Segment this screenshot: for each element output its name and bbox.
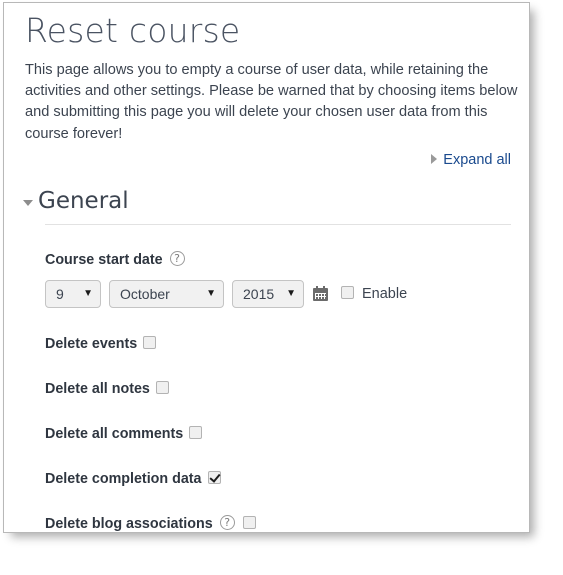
triangle-down-icon[interactable] xyxy=(23,199,33,206)
help-circle-icon[interactable]: ? xyxy=(169,251,185,267)
reset-course-card: Reset course This page allows you to emp… xyxy=(3,2,530,533)
year-select[interactable]: 2015 ▼ xyxy=(232,279,304,308)
calendar-icon[interactable] xyxy=(313,286,328,302)
day-select-value: 9 xyxy=(56,285,64,302)
delete-completion-data-checkbox[interactable] xyxy=(207,471,221,485)
option-row-delete-blog-associations: Delete blog associations? xyxy=(45,515,511,532)
option-label: Delete all comments xyxy=(45,425,184,442)
chevron-down-icon: ▼ xyxy=(206,287,216,299)
option-row-delete-all-comments: Delete all comments xyxy=(45,425,511,443)
reset-form: Course start date? 9 ▼ October ▼ 2015 ▼ … xyxy=(45,251,511,532)
delete-all-notes-checkbox[interactable] xyxy=(155,381,169,395)
delete-events-checkbox[interactable] xyxy=(143,336,157,350)
delete-all-comments-checkbox[interactable] xyxy=(189,426,203,440)
option-label: Delete completion data xyxy=(45,470,202,487)
enable-label: Enable xyxy=(362,285,408,302)
option-label: Delete events xyxy=(45,335,138,352)
expand-all-row: Expand all xyxy=(23,151,511,171)
general-section-header[interactable]: General xyxy=(23,187,511,215)
month-select-value: October xyxy=(120,285,170,302)
general-section-title: General xyxy=(38,187,129,214)
delete-blog-associations-checkbox[interactable] xyxy=(242,516,256,530)
page-title: Reset course xyxy=(25,11,241,50)
month-select[interactable]: October ▼ xyxy=(109,279,224,308)
general-section: General Course start date? 9 ▼ October ▼… xyxy=(23,187,511,532)
screen: Reset course This page allows you to emp… xyxy=(0,0,563,575)
course-start-date-field: Course start date? 9 ▼ October ▼ 2015 ▼ … xyxy=(45,251,511,308)
triangle-right-icon xyxy=(431,153,438,164)
chevron-down-icon: ▼ xyxy=(83,287,93,299)
option-row-delete-completion-data: Delete completion data xyxy=(45,470,511,488)
day-select[interactable]: 9 ▼ xyxy=(45,279,101,308)
intro-paragraph: This page allows you to empty a course o… xyxy=(25,62,518,142)
year-select-value: 2015 xyxy=(243,285,275,302)
option-row-delete-events: Delete events xyxy=(45,335,511,353)
expand-all-link[interactable]: Expand all xyxy=(431,152,511,168)
date-controls: 9 ▼ October ▼ 2015 ▼ Enable xyxy=(45,279,511,308)
course-start-date-label: Course start date xyxy=(45,251,163,268)
option-row-delete-all-notes: Delete all notes xyxy=(45,380,511,398)
section-divider xyxy=(45,223,511,225)
option-label: Delete blog associations xyxy=(45,515,213,532)
expand-all-label: Expand all xyxy=(443,151,511,168)
chevron-down-icon: ▼ xyxy=(286,287,296,299)
option-label: Delete all notes xyxy=(45,380,150,397)
help-circle-icon[interactable]: ? xyxy=(219,515,235,531)
enable-checkbox[interactable] xyxy=(341,286,354,300)
